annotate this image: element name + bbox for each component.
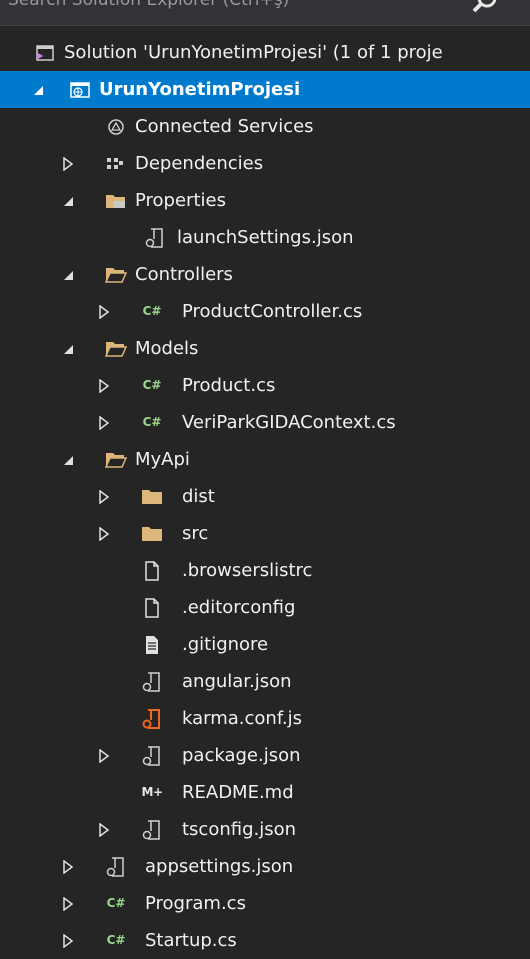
json-file-icon — [140, 737, 164, 774]
json-file-icon — [143, 219, 167, 256]
tree-item-label: MyApi — [135, 449, 190, 470]
json-file-icon — [140, 663, 164, 700]
csharp-file-icon: C# — [142, 304, 162, 318]
tree-item-label: Program.cs — [145, 893, 246, 914]
expanded-arrow-icon[interactable] — [60, 256, 76, 293]
tree-item-karma[interactable]: karma.conf.js — [0, 700, 530, 737]
tree-item-label: Solution 'UrunYonetimProjesi' (1 of 1 pr… — [64, 42, 443, 63]
collapsed-arrow-icon[interactable] — [96, 515, 112, 552]
tree-item-label: appsettings.json — [145, 856, 294, 877]
tree-item-browserslistrc[interactable]: .browserslistrc — [0, 552, 530, 589]
expanded-arrow-icon[interactable] — [60, 330, 76, 367]
search-input[interactable]: Search Solution Explorer (Ctrl+ş) — [8, 0, 289, 10]
tree-item-label: Dependencies — [135, 153, 264, 174]
folder-closed-icon — [140, 515, 164, 552]
tree-item-label: UrunYonetimProjesi — [99, 79, 301, 100]
expanded-arrow-icon[interactable] — [60, 182, 76, 219]
tree-item-launchsettings[interactable]: launchSettings.json — [0, 219, 530, 256]
tree-item-label: .browserslistrc — [182, 560, 313, 581]
csharp-file-icon: C# — [106, 896, 126, 910]
tree-item-readme[interactable]: M+ README.md — [0, 774, 530, 811]
tree-item-label: karma.conf.js — [182, 708, 302, 729]
json-file-icon — [104, 848, 128, 885]
search-bar[interactable]: Search Solution Explorer (Ctrl+ş) — [0, 0, 530, 26]
expanded-arrow-icon[interactable] — [30, 71, 46, 108]
tree-item-label: Controllers — [135, 264, 233, 285]
collapsed-arrow-icon[interactable] — [60, 145, 76, 182]
folder-open-icon — [104, 256, 128, 293]
csharp-file-icon: C# — [142, 378, 162, 392]
tree-item-label: Models — [135, 338, 199, 359]
collapsed-arrow-icon[interactable] — [96, 404, 112, 441]
folder-open-icon — [104, 330, 128, 367]
tree-item-label: src — [182, 523, 209, 544]
connected-services-icon — [104, 108, 128, 145]
blank-file-icon — [140, 589, 164, 626]
dependencies-icon — [103, 145, 127, 182]
folder-closed-icon — [140, 478, 164, 515]
tree-item-label: .editorconfig — [182, 597, 296, 618]
search-icon[interactable] — [470, 0, 500, 14]
tree-item-label: Properties — [135, 190, 226, 211]
collapsed-arrow-icon[interactable] — [96, 478, 112, 515]
tree-item-label: VeriParkGIDAContext.cs — [182, 412, 396, 433]
tree-item-package-json[interactable]: package.json — [0, 737, 530, 774]
solution-tree: Solution 'UrunYonetimProjesi' (1 of 1 pr… — [0, 34, 530, 959]
json-file-icon — [140, 811, 164, 848]
collapsed-arrow-icon[interactable] — [96, 811, 112, 848]
tree-item-label: angular.json — [182, 671, 292, 692]
tree-item-label: Startup.cs — [145, 930, 237, 951]
tree-item-dependencies[interactable]: Dependencies — [0, 145, 530, 182]
tree-item-label: package.json — [182, 745, 301, 766]
properties-folder-icon — [104, 182, 128, 219]
tree-item-angular-json[interactable]: angular.json — [0, 663, 530, 700]
tree-item-context[interactable]: C# VeriParkGIDAContext.cs — [0, 404, 530, 441]
tree-item-label: dist — [182, 486, 215, 507]
web-project-icon — [68, 71, 92, 108]
tree-item-productcontroller[interactable]: C# ProductController.cs — [0, 293, 530, 330]
tree-item-editorconfig[interactable]: .editorconfig — [0, 589, 530, 626]
collapsed-arrow-icon[interactable] — [60, 848, 76, 885]
collapsed-arrow-icon[interactable] — [60, 922, 76, 959]
collapsed-arrow-icon[interactable] — [96, 737, 112, 774]
tree-item-label: .gitignore — [182, 634, 269, 655]
tree-item-label: ProductController.cs — [182, 301, 363, 322]
blank-file-icon — [140, 552, 164, 589]
tree-item-appsettings[interactable]: appsettings.json — [0, 848, 530, 885]
js-config-file-icon — [140, 700, 164, 737]
tree-item-properties[interactable]: Properties — [0, 182, 530, 219]
tree-item-connected-services[interactable]: Connected Services — [0, 108, 530, 145]
tree-item-dist[interactable]: dist — [0, 478, 530, 515]
tree-item-tsconfig[interactable]: tsconfig.json — [0, 811, 530, 848]
tree-item-product[interactable]: C# Product.cs — [0, 367, 530, 404]
tree-item-gitignore[interactable]: .gitignore — [0, 626, 530, 663]
tree-item-label: README.md — [182, 782, 294, 803]
folder-open-icon — [104, 441, 128, 478]
tree-item-controllers[interactable]: Controllers — [0, 256, 530, 293]
collapsed-arrow-icon[interactable] — [96, 293, 112, 330]
tree-item-project[interactable]: UrunYonetimProjesi — [0, 71, 530, 108]
expanded-arrow-icon[interactable] — [60, 441, 76, 478]
tree-item-solution[interactable]: Solution 'UrunYonetimProjesi' (1 of 1 pr… — [0, 34, 530, 71]
tree-item-models[interactable]: Models — [0, 330, 530, 367]
collapsed-arrow-icon[interactable] — [60, 885, 76, 922]
tree-item-label: Product.cs — [182, 375, 276, 396]
tree-item-startup[interactable]: C# Startup.cs — [0, 922, 530, 959]
csharp-file-icon: C# — [106, 933, 126, 947]
collapsed-arrow-icon[interactable] — [96, 367, 112, 404]
tree-item-label: Connected Services — [135, 116, 314, 137]
tree-item-label: tsconfig.json — [182, 819, 297, 840]
markdown-icon: M+ — [141, 785, 164, 799]
csharp-file-icon: C# — [142, 415, 162, 429]
solution-icon — [33, 34, 57, 71]
tree-item-label: launchSettings.json — [177, 227, 354, 248]
tree-item-src[interactable]: src — [0, 515, 530, 552]
text-file-icon — [140, 626, 164, 663]
tree-item-program[interactable]: C# Program.cs — [0, 885, 530, 922]
tree-item-myapi[interactable]: MyApi — [0, 441, 530, 478]
